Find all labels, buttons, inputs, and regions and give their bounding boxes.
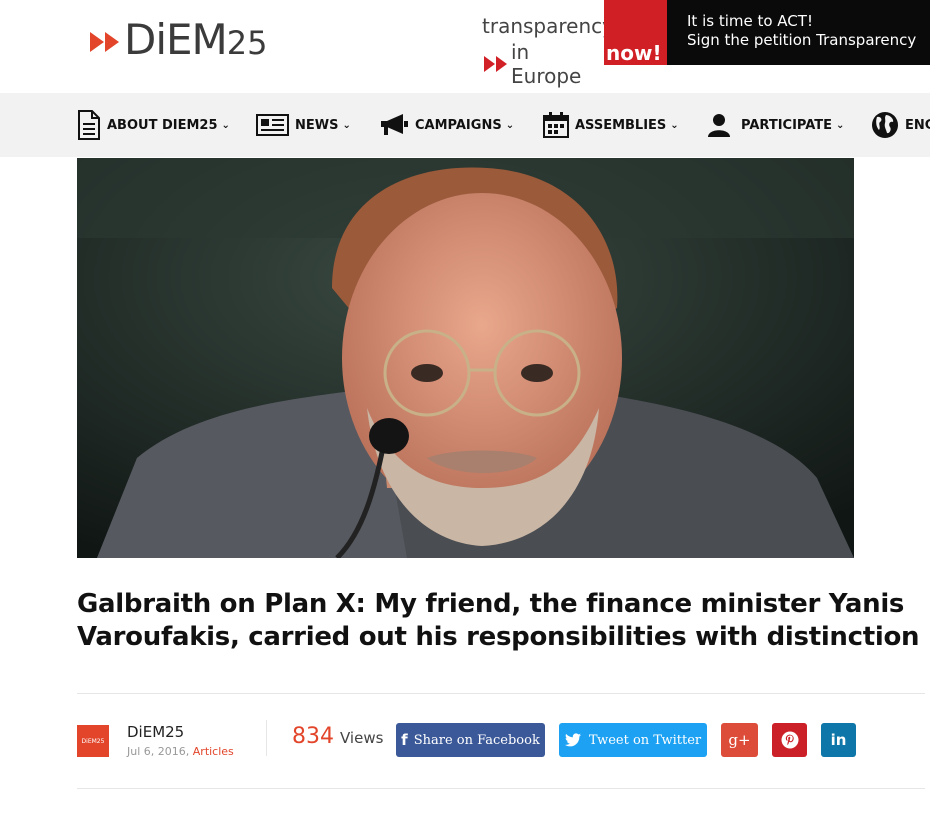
logo-arrows-icon [90, 31, 120, 52]
author-avatar[interactable]: DiEM25 [77, 725, 109, 757]
view-count: 834 [292, 724, 334, 749]
category-link[interactable]: Articles [193, 745, 234, 758]
logo-text: DiEM25 [124, 15, 268, 64]
share-pinterest-button[interactable] [772, 723, 807, 757]
facebook-icon: f [401, 731, 408, 749]
nav-item-news[interactable]: NEWS ⌄ [256, 93, 351, 157]
banner-now-box: now! [604, 0, 667, 65]
user-icon [708, 114, 730, 137]
divider-top [77, 693, 925, 694]
document-icon [78, 110, 100, 140]
chevron-down-icon: ⌄ [505, 119, 515, 131]
chevron-down-icon: ⌄ [836, 119, 845, 131]
nav-label-about: ABOUT DIEM25 [107, 117, 218, 133]
portrait-illustration [77, 158, 854, 558]
article-title: Galbraith on Plan X: My friend, the fina… [77, 588, 927, 654]
view-label: Views [340, 729, 384, 747]
author-name[interactable]: DiEM25 [127, 723, 184, 741]
share-facebook-button[interactable]: f Share on Facebook [396, 723, 545, 757]
chevron-down-icon: ⌄ [221, 119, 230, 131]
google-plus-icon: g+ [728, 731, 751, 749]
banner-arrow-icon [496, 56, 507, 72]
chevron-down-icon: ⌄ [670, 119, 679, 131]
banner-arrow-icon [484, 56, 495, 72]
globe-icon [872, 112, 898, 138]
article-title-line1: Galbraith on Plan X: My friend, the fina… [77, 589, 905, 619]
nav-label-participate: PARTICIPATE [741, 117, 833, 133]
share-facebook-label: Share on Facebook [413, 732, 540, 748]
nav-label-news: NEWS [295, 117, 339, 133]
view-counter: 834 Views [292, 724, 383, 749]
nav-item-participate[interactable]: PARTICIPATE ⌄ [707, 93, 844, 157]
nav-label-campaigns: CAMPAIGNS [415, 117, 502, 133]
banner-cta-line2: Sign the petition Transparency [687, 31, 917, 49]
chevron-down-icon: ⌄ [342, 119, 351, 131]
meta-separator [266, 720, 267, 756]
divider-bottom [77, 788, 925, 789]
post-date-text: Jul 6, 2016 [127, 745, 186, 758]
calendar-icon [543, 112, 569, 138]
megaphone-icon [381, 114, 408, 135]
nav-label-language: ENG [905, 117, 930, 133]
main-nav: ABOUT DIEM25 ⌄ NEWS ⌄ CAMPAIGNS ⌄ ASSEMB… [0, 93, 930, 157]
share-linkedin-button[interactable]: in [821, 723, 856, 757]
nav-label-assemblies: ASSEMBLIES [575, 117, 667, 133]
linkedin-icon: in [830, 731, 847, 749]
nav-item-language[interactable]: ENG [871, 93, 930, 157]
post-date: Jul 6, 2016, Articles [127, 745, 234, 758]
share-twitter-button[interactable]: Tweet on Twitter [559, 723, 707, 757]
newspaper-icon [256, 114, 289, 136]
banner-cta-line1: It is time to ACT! [687, 12, 813, 30]
banner-line1: transparency [482, 14, 614, 38]
banner-line2: in Europe [511, 40, 582, 88]
nav-item-campaigns[interactable]: CAMPAIGNS ⌄ [379, 93, 514, 157]
share-google-button[interactable]: g+ [721, 723, 758, 757]
share-twitter-label: Tweet on Twitter [588, 732, 702, 748]
transparency-banner[interactable]: transparency in Europe now! It is time t… [480, 0, 930, 88]
twitter-icon [564, 733, 581, 747]
banner-cta: It is time to ACT! Sign the petition Tra… [667, 0, 930, 65]
article-hero-image [77, 158, 854, 558]
banner-brand: transparency in Europe [480, 0, 614, 88]
site-logo[interactable]: DiEM25 [90, 18, 268, 65]
article-title-line2: Varoufakis, carried out his responsibili… [77, 622, 920, 652]
nav-item-assemblies[interactable]: ASSEMBLIES ⌄ [543, 93, 679, 157]
nav-item-about[interactable]: ABOUT DIEM25 ⌄ [77, 93, 230, 157]
pinterest-icon [781, 731, 798, 749]
